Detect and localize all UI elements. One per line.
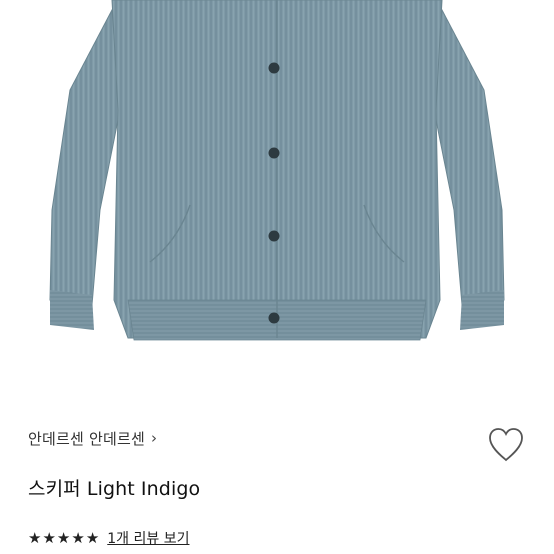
star-filled-icon: ★ [42, 528, 56, 547]
chevron-right-icon: › [150, 429, 158, 447]
review-link[interactable]: 1개 리뷰 보기 [107, 528, 189, 548]
star-filled-icon: ★ [28, 528, 42, 547]
heart-outline-icon [489, 428, 523, 462]
brand-name: 안데르센 안데르센 [28, 430, 145, 448]
star-filled-icon: ★ [71, 528, 85, 547]
product-name: 스키퍼 Light Indigo [28, 478, 201, 500]
wishlist-button[interactable] [486, 426, 526, 464]
star-filled-icon: ★ [85, 528, 100, 547]
product-info: 안데르센 안데르센 › 스키퍼 Light Indigo ★ ★ ★ ★ ★ 1… [0, 398, 554, 554]
star-filled-icon: ★ [56, 528, 71, 547]
star-rating: ★ ★ ★ ★ ★ [28, 528, 100, 547]
rating-row: ★ ★ ★ ★ ★ 1개 리뷰 보기 [28, 528, 189, 548]
brand-link[interactable]: 안데르센 안데르센 › [28, 428, 157, 449]
product-image [0, 0, 554, 398]
